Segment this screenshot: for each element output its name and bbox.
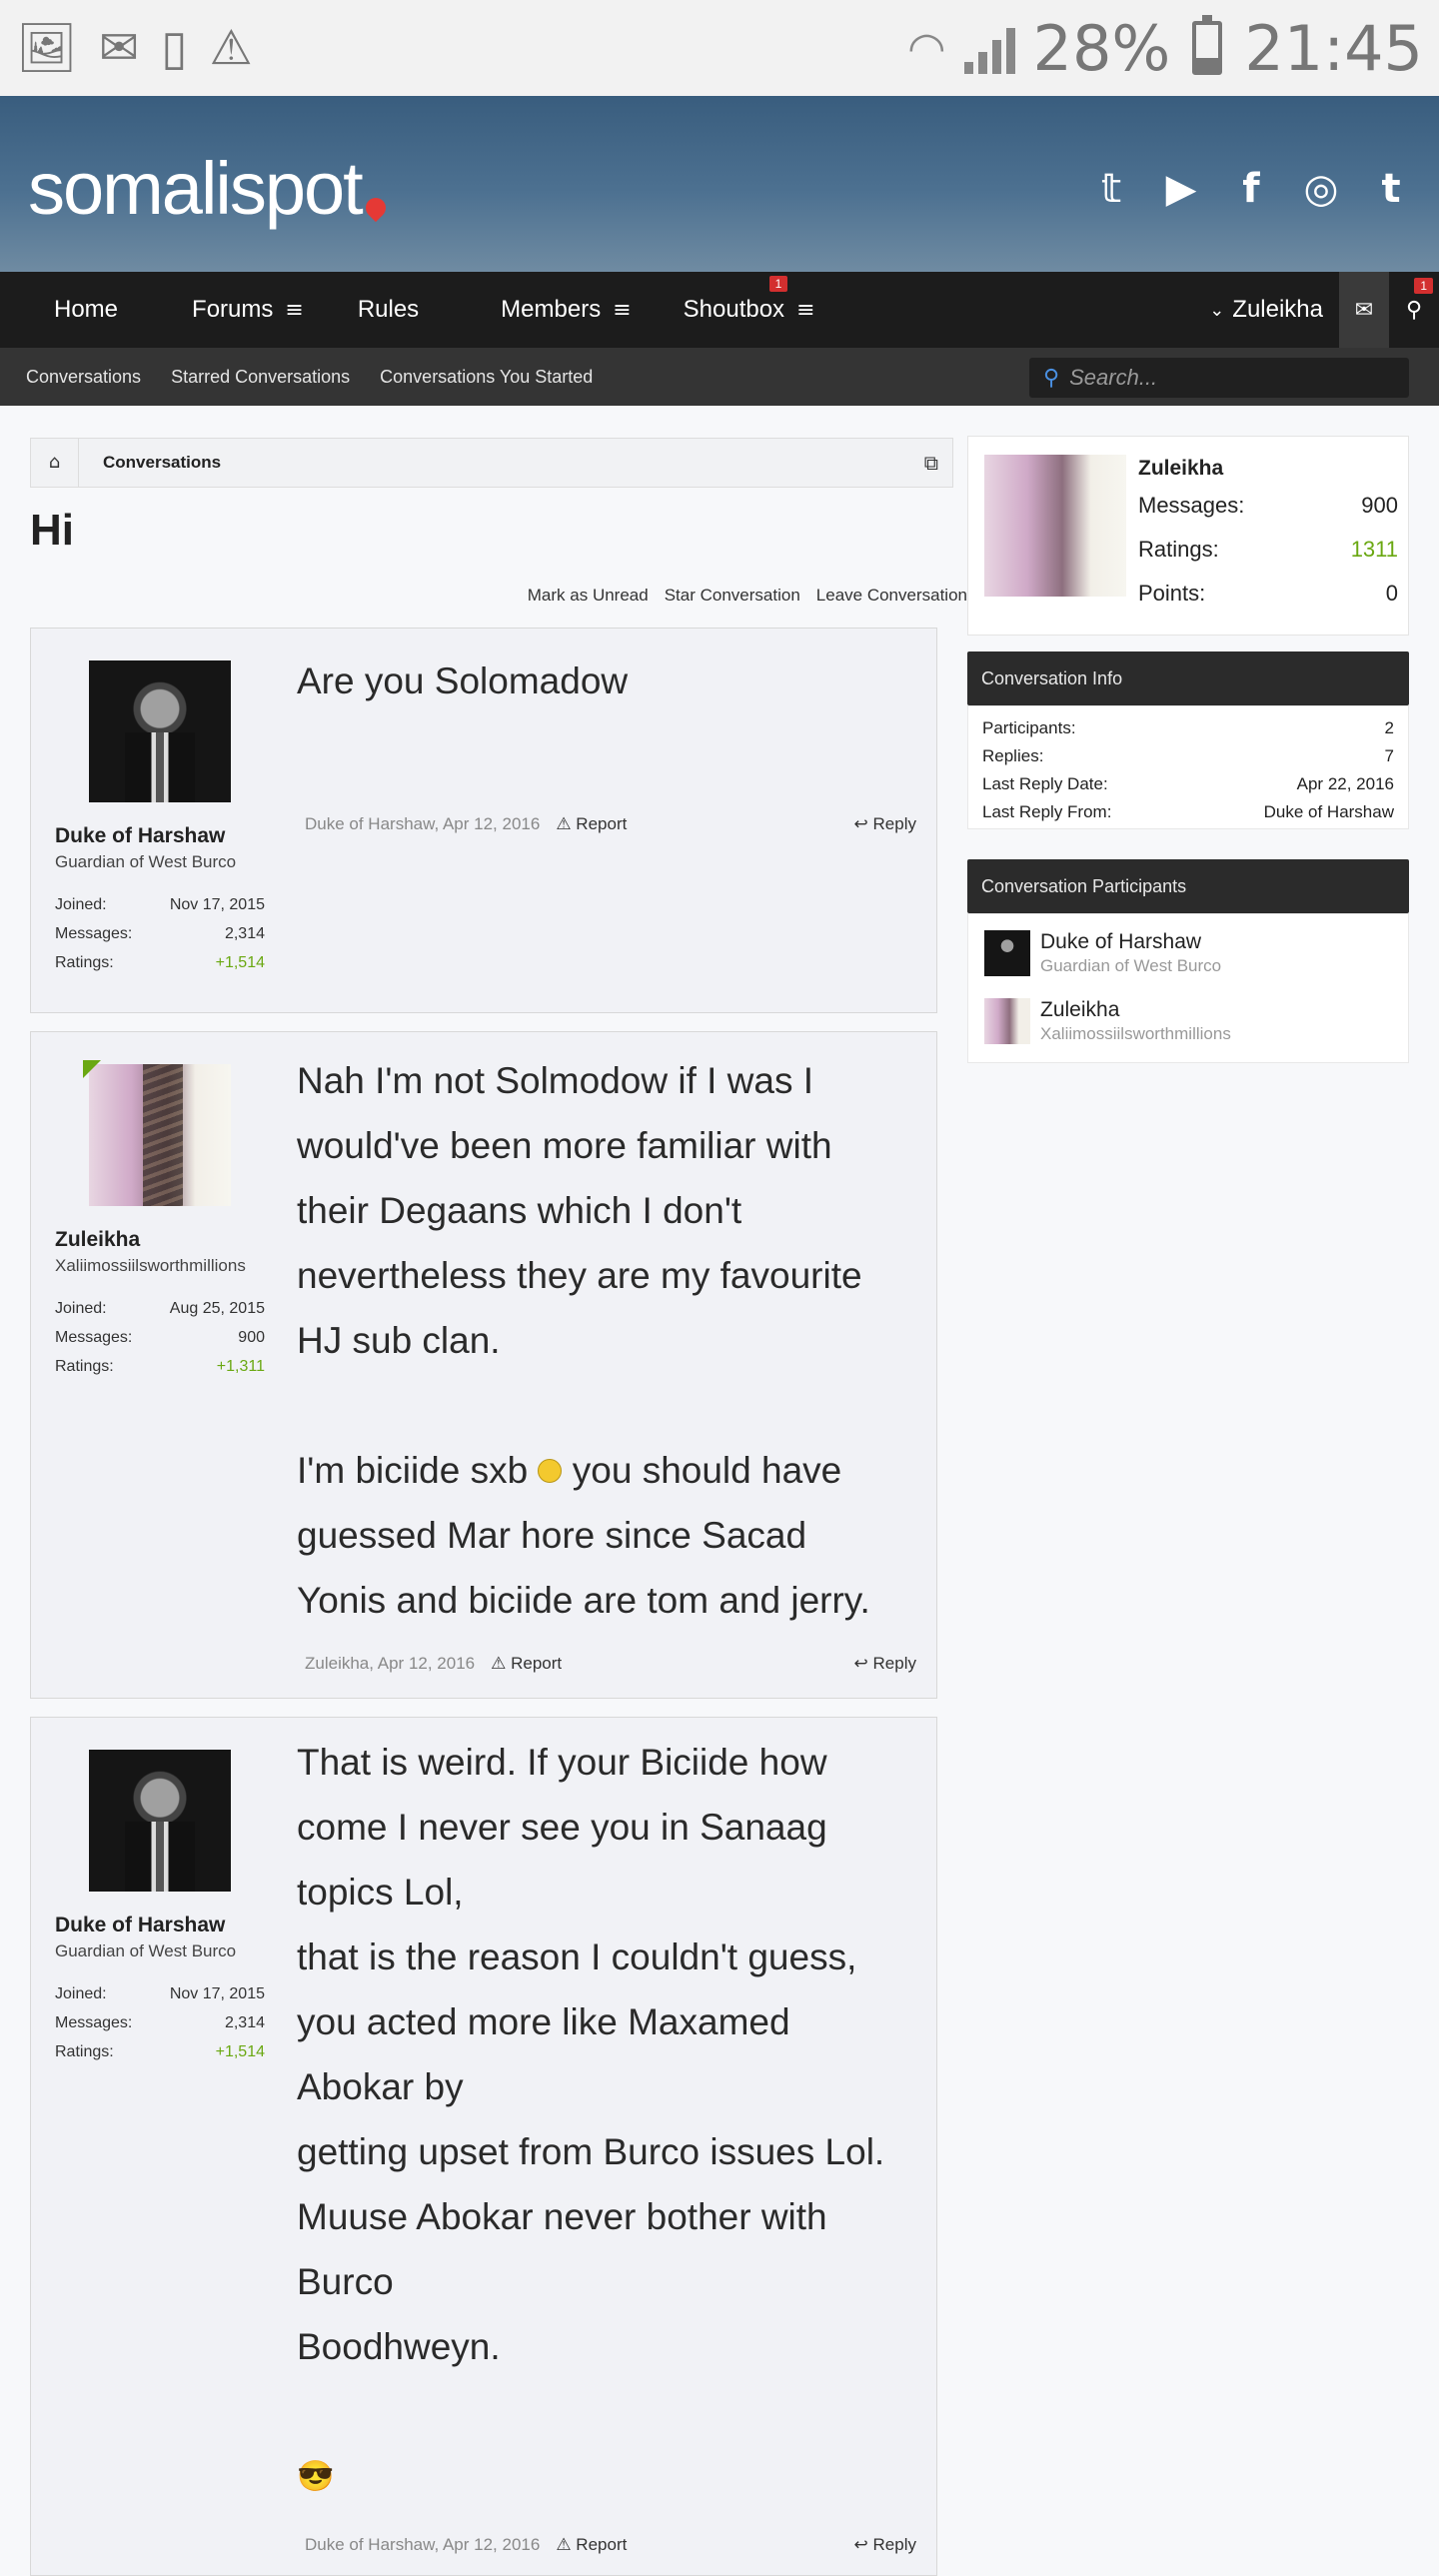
post-meta: Duke of Harshaw, Apr 12, 2016 ⚠ Report	[305, 814, 628, 834]
menu-icon[interactable]: ≡	[613, 298, 631, 323]
pin-icon: ⚲	[1405, 297, 1423, 323]
instagram-icon[interactable]: ◎	[1301, 166, 1341, 212]
site-header: somalispot 𝕥 ▶ f ◎ t	[0, 96, 1439, 272]
breadcrumb: ⌂ Conversations ⧉	[30, 438, 953, 488]
warning-icon: ⚠	[209, 20, 253, 76]
twitter-icon[interactable]: 𝕥	[1091, 166, 1131, 212]
online-indicator	[83, 1060, 101, 1078]
mark-unread-link[interactable]: Mark as Unread	[528, 586, 649, 606]
social-links: 𝕥 ▶ f ◎ t	[1091, 166, 1411, 212]
shoutbox-badge: 1	[768, 276, 788, 292]
sitemap-icon[interactable]: ⧉	[924, 451, 938, 475]
post-meta: Duke of Harshaw, Apr 12, 2016 ⚠ Report	[305, 2535, 628, 2555]
user-title: Guardian of West Burco	[55, 1941, 237, 1960]
participants-list: Duke of Harshaw Guardian of West Burco Zu…	[967, 913, 1409, 1063]
avatar[interactable]	[89, 660, 231, 802]
user-stats: Joined: Nov 17, 2015 Messages: 2,314 Ratin…	[55, 896, 265, 971]
avatar[interactable]	[89, 1750, 231, 1892]
reply-icon: ↩	[853, 1654, 868, 1674]
profile-name[interactable]: Zuleikha	[1138, 457, 1223, 481]
nav-shoutbox[interactable]: Shoutbox ≡ 1	[658, 272, 841, 348]
nav-home[interactable]: Home	[28, 272, 144, 348]
author-name[interactable]: Duke of Harshaw	[55, 1914, 225, 1937]
warning-icon: ⚠	[556, 814, 572, 834]
search-input[interactable]: ⚲ Search...	[1029, 358, 1409, 398]
author-name[interactable]: Zuleikha	[55, 1228, 140, 1252]
message-post: Duke of Harshaw Guardian of West Burco J…	[30, 1717, 937, 2576]
visitor-panel: Zuleikha Messages: 900 Ratings: 1311 Point…	[967, 436, 1409, 636]
subnav-conversations[interactable]: Conversations	[26, 367, 141, 388]
post-meta: Zuleikha, Apr 12, 2016 ⚠ Report	[305, 1654, 563, 1674]
conversation-actions: Mark as Unread Star Conversation Leave C…	[528, 586, 967, 606]
user-title: Xaliimossiilsworthmillions	[55, 1256, 246, 1275]
participant-item[interactable]: Duke of Harshaw Guardian of West Burco	[968, 918, 1408, 986]
nav-members[interactable]: Members ≡	[445, 272, 657, 348]
signal-icon	[963, 22, 1015, 74]
sub-nav: Conversations Starred Conversations Conv…	[0, 348, 1439, 406]
envelope-icon: ✉	[1354, 297, 1374, 323]
nav-rules[interactable]: Rules	[330, 272, 445, 348]
cool-emoji-icon: 😎	[297, 2460, 335, 2493]
warning-icon: ⚠	[491, 1654, 507, 1674]
participant-item[interactable]: Zuleikha Xaliimossiilsworthmillions	[968, 986, 1408, 1054]
battery-icon	[1192, 15, 1223, 75]
chevron-down-icon: ⌄	[1209, 299, 1225, 321]
reply-button[interactable]: ↩ Reply	[854, 2535, 916, 2555]
warning-icon: ⚠	[556, 2535, 572, 2555]
profile-stats: Messages: 900 Ratings: 1311 Points: 0	[1138, 493, 1398, 606]
message-body: Nah I'm not Solmodow if I was I would've…	[297, 1060, 870, 1621]
author-name[interactable]: Duke of Harshaw	[55, 824, 225, 848]
grin-emoji-icon	[538, 1459, 563, 1484]
alerts-badge: 1	[1414, 278, 1433, 294]
subnav-starred[interactable]: Starred Conversations	[171, 367, 350, 388]
user-stats: Joined: Nov 17, 2015 Messages: 2,314 Ratin…	[55, 1985, 265, 2060]
report-button[interactable]: ⚠ Report	[491, 1654, 562, 1674]
nav-forums[interactable]: Forums ≡	[144, 272, 330, 348]
reply-icon: ↩	[853, 814, 868, 834]
clock: 21:45	[1244, 11, 1423, 85]
search-icon: ⚲	[1043, 365, 1060, 391]
home-icon[interactable]: ⌂	[31, 439, 79, 487]
reply-button[interactable]: ↩ Reply	[854, 814, 916, 834]
user-stats: Joined: Aug 25, 2015 Messages: 900 Ratings…	[55, 1300, 265, 1375]
participants-heading: Conversation Participants	[967, 859, 1409, 913]
facebook-icon[interactable]: f	[1231, 166, 1271, 212]
tumblr-icon[interactable]: t	[1371, 166, 1411, 212]
avatar[interactable]	[984, 455, 1126, 597]
reply-button[interactable]: ↩ Reply	[854, 1654, 916, 1674]
star-conversation-link[interactable]: Star Conversation	[665, 586, 800, 606]
avatar[interactable]	[984, 930, 1030, 976]
inbox-button[interactable]: ✉	[1339, 272, 1389, 348]
avatar[interactable]	[984, 998, 1030, 1044]
message-post: Duke of Harshaw Guardian of West Burco J…	[30, 628, 937, 1013]
message-body: That is weird. If your Biciide how come …	[297, 1730, 926, 2509]
user-title: Guardian of West Burco	[55, 852, 237, 871]
leave-conversation-link[interactable]: Leave Conversation	[816, 586, 967, 606]
gmail-icon: ✉	[98, 20, 140, 76]
conversation-info-heading: Conversation Info	[967, 651, 1409, 705]
youtube-icon[interactable]: ▶	[1161, 166, 1201, 212]
menu-icon[interactable]: ≡	[796, 298, 814, 323]
message-body: Are you Solomadow	[297, 660, 629, 701]
main-nav: Home Forums ≡ Rules Members ≡ Shoutbox ≡ 1 ⌄…	[0, 272, 1439, 348]
wifi-icon: ◠	[907, 22, 946, 74]
site-logo[interactable]: somalispot	[28, 146, 390, 231]
conversation-info: Participants: 2 Replies: 7 Last Reply Date…	[967, 705, 1409, 829]
page-title: Hi	[30, 506, 74, 555]
alerts-button[interactable]: ⚲ 1	[1389, 272, 1439, 348]
avatar[interactable]	[83, 1060, 231, 1206]
subnav-started[interactable]: Conversations You Started	[380, 367, 593, 388]
user-menu[interactable]: ⌄ Zuleikha	[1193, 296, 1339, 324]
phone-clock-icon: ▯	[161, 20, 188, 76]
status-bar: 🖼 ✉ ▯ ⚠ ◠ 28% 21:45	[0, 0, 1439, 96]
location-pin-icon	[361, 193, 390, 223]
report-button[interactable]: ⚠ Report	[556, 2535, 627, 2555]
image-icon: 🖼	[16, 20, 77, 76]
report-button[interactable]: ⚠ Report	[556, 814, 627, 834]
message-post: Zuleikha Xaliimossiilsworthmillions Join…	[30, 1031, 937, 1699]
breadcrumb-conversations[interactable]: Conversations	[79, 453, 245, 473]
reply-icon: ↩	[853, 2535, 868, 2555]
battery-percent: 28%	[1032, 11, 1171, 85]
menu-icon[interactable]: ≡	[285, 298, 303, 323]
